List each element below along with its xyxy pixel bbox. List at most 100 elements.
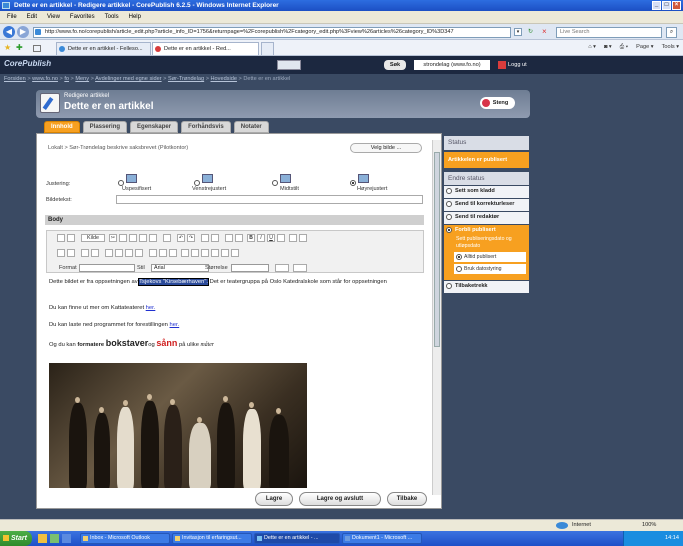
undo-icon[interactable]: ↶ xyxy=(177,234,185,242)
zoom-level[interactable]: 100% xyxy=(642,520,656,531)
status-option-published[interactable]: Forbli publisert Sett publiseringsdato o… xyxy=(444,225,529,280)
save-button[interactable]: Lagre xyxy=(255,492,293,506)
crumb-sor-trondelag[interactable]: Sør-Trøndelag xyxy=(168,76,204,82)
menu-view[interactable]: View xyxy=(47,14,60,20)
task-folder[interactable]: Invitasjon til erfaringsut... xyxy=(172,533,252,544)
crumb-fo[interactable]: fo xyxy=(64,76,69,82)
link-icon[interactable] xyxy=(149,249,157,257)
tab-forhandsvis[interactable]: Forhåndsvis xyxy=(181,121,231,133)
status-editor-radio[interactable] xyxy=(446,214,452,220)
quicklaunch-icon[interactable] xyxy=(50,534,59,543)
replace-icon[interactable] xyxy=(211,234,219,242)
status-proofreader-radio[interactable] xyxy=(446,201,452,207)
smiley-icon[interactable] xyxy=(231,249,239,257)
quicklaunch-icon[interactable] xyxy=(38,534,47,543)
kattateateret-link[interactable]: her. xyxy=(146,305,156,311)
remove-format-icon[interactable] xyxy=(235,234,243,242)
paste-text-icon[interactable] xyxy=(139,234,147,242)
menu-favorites[interactable]: Favorites xyxy=(70,14,95,20)
cut-icon[interactable]: ✂ xyxy=(109,234,117,242)
outdent-icon[interactable] xyxy=(81,249,89,257)
close-window-button[interactable]: × xyxy=(672,1,681,10)
live-search-input[interactable]: Live Search xyxy=(556,27,662,38)
bold-icon[interactable]: B xyxy=(247,234,255,242)
bildetekst-input[interactable] xyxy=(116,195,423,204)
status-draft-radio[interactable] xyxy=(446,188,452,194)
quick-tabs-icon[interactable] xyxy=(33,45,41,52)
justify-icon[interactable] xyxy=(135,249,143,257)
font-select[interactable]: Arial xyxy=(151,264,209,272)
minimize-button[interactable]: _ xyxy=(652,1,661,10)
address-input[interactable]: http://www.fo.no/corepublish/article_edi… xyxy=(33,27,511,38)
tools-menu[interactable]: Tools ▾ xyxy=(662,44,679,51)
refresh-icon[interactable]: ↻ xyxy=(528,28,538,36)
align-center-icon-tb[interactable] xyxy=(115,249,123,257)
always-published-option[interactable]: Alltid publisert xyxy=(454,252,526,262)
status-published-radio[interactable] xyxy=(446,227,452,233)
align-right-icon-tb[interactable] xyxy=(125,249,133,257)
favorites-star-icon[interactable]: ★ xyxy=(4,43,11,52)
paste-word-icon[interactable] xyxy=(149,234,157,242)
paste-icon[interactable] xyxy=(129,234,137,242)
address-dropdown-icon[interactable]: ▾ xyxy=(514,28,522,36)
task-outlook[interactable]: Inbox - Microsoft Outlook xyxy=(80,533,170,544)
align-center-radio[interactable] xyxy=(272,180,278,186)
bullet-list-icon[interactable] xyxy=(67,249,75,257)
back-button[interactable]: Tilbake xyxy=(387,492,427,506)
status-option-proofreader[interactable]: Send til korrekturleser xyxy=(444,199,529,211)
maximize-button[interactable]: □ xyxy=(662,1,671,10)
crumb-meny[interactable]: Meny xyxy=(75,76,89,82)
task-word[interactable]: Dokument1 - Microsoft ... xyxy=(342,533,422,544)
site-selector[interactable]: strondelag (www.fo.no) xyxy=(414,60,490,70)
size-select[interactable] xyxy=(231,264,269,272)
indent-icon[interactable] xyxy=(91,249,99,257)
status-withdraw-radio[interactable] xyxy=(446,283,452,289)
status-option-withdraw[interactable]: Tilbaketrekk xyxy=(444,281,529,293)
ie-tab-1[interactable]: Dette er en artikkel - Felleso... xyxy=(56,42,151,55)
always-published-radio[interactable] xyxy=(456,254,462,260)
new-tab-button[interactable] xyxy=(261,42,274,55)
subscript-icon[interactable] xyxy=(289,234,297,242)
stop-icon[interactable]: × xyxy=(542,27,551,36)
tab-notater[interactable]: Notater xyxy=(233,121,269,133)
quick-select-dropdown[interactable] xyxy=(277,60,301,70)
image-icon[interactable] xyxy=(201,249,209,257)
tab-innhold[interactable]: Innhold xyxy=(44,121,80,133)
page-menu[interactable]: Page ▾ xyxy=(636,44,653,51)
scrollbar-thumb[interactable] xyxy=(434,152,440,347)
menu-tools[interactable]: Tools xyxy=(105,14,119,20)
menu-edit[interactable]: Edit xyxy=(27,14,37,20)
underline-icon[interactable]: U xyxy=(267,234,275,242)
spellcheck-icon[interactable] xyxy=(163,234,171,242)
status-option-editor[interactable]: Send til redaktør xyxy=(444,212,529,224)
text-color-icon[interactable] xyxy=(275,264,289,272)
feeds-icon[interactable]: ◙ ▾ xyxy=(604,44,612,51)
save-icon[interactable] xyxy=(57,234,65,242)
find-icon[interactable] xyxy=(201,234,209,242)
preview-icon[interactable] xyxy=(67,234,75,242)
copy-icon[interactable] xyxy=(119,234,127,242)
special-char-icon[interactable] xyxy=(221,249,229,257)
status-option-draft[interactable]: Sett som kladd xyxy=(444,186,529,198)
article-photo[interactable] xyxy=(49,363,307,488)
align-left-icon-tb[interactable] xyxy=(105,249,113,257)
unlink-icon[interactable] xyxy=(159,249,167,257)
numbered-list-icon[interactable] xyxy=(57,249,65,257)
strikethrough-icon[interactable] xyxy=(277,234,285,242)
save-and-close-button[interactable]: Lagre og avslutt xyxy=(299,492,381,506)
forward-arrow-icon[interactable]: ▶ xyxy=(17,26,29,38)
add-favorite-icon[interactable]: ✚ xyxy=(16,43,23,52)
rich-text-editor[interactable]: Dette bildet er fra oppsetningen av Tsje… xyxy=(46,274,422,488)
choose-image-button[interactable]: Velg bilde ... xyxy=(350,143,422,153)
print-icon[interactable]: ⎙ ▾ xyxy=(620,44,628,51)
redo-icon[interactable]: ↷ xyxy=(187,234,195,242)
format-select[interactable] xyxy=(79,264,135,272)
superscript-icon[interactable] xyxy=(299,234,307,242)
ie-tab-2[interactable]: Dette er en artikkel - Red... xyxy=(152,42,259,55)
date-control-radio[interactable] xyxy=(456,266,462,272)
program-link[interactable]: her. xyxy=(170,322,180,328)
cp-search-button[interactable]: Søk xyxy=(384,60,406,70)
tab-plassering[interactable]: Plassering xyxy=(82,121,128,133)
bg-color-icon[interactable] xyxy=(293,264,307,272)
crumb-site[interactable]: www.fo.no xyxy=(32,76,58,82)
